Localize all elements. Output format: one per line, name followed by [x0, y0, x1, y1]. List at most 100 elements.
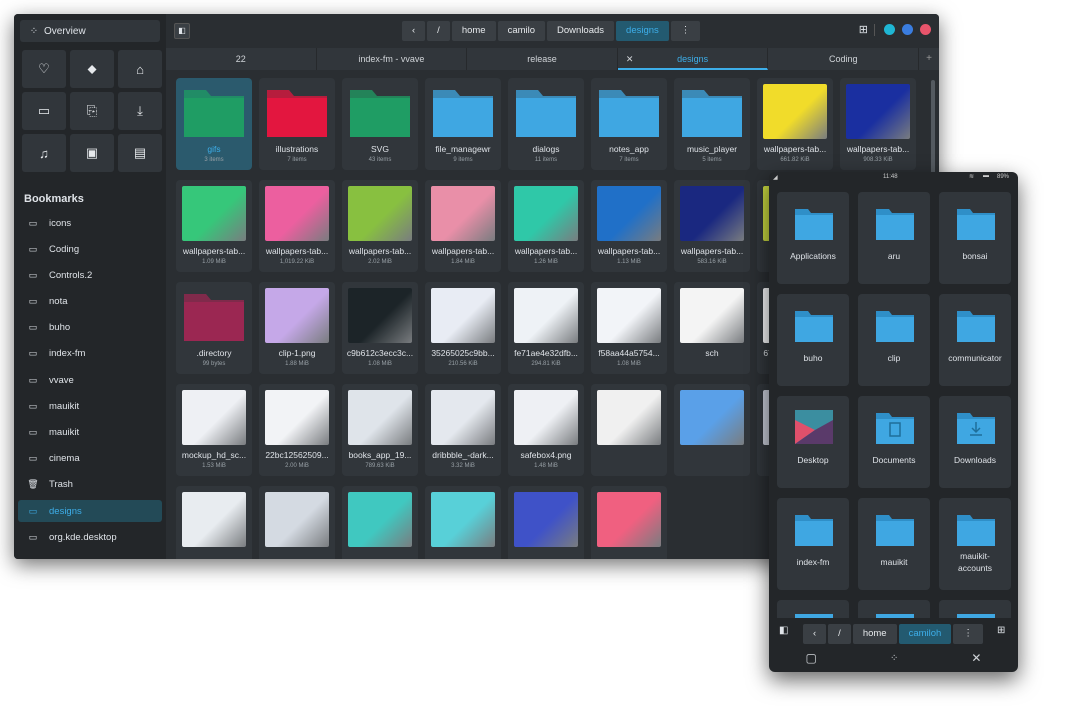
- sidebar-item-icons[interactable]: ▭ icons: [18, 212, 162, 234]
- file-item[interactable]: wallpapers-tab... 1.84 MiB: [425, 180, 501, 272]
- folder-item[interactable]: .directory 99 bytes: [176, 282, 252, 374]
- documents-button[interactable]: ⎘: [70, 92, 114, 130]
- desktop-button[interactable]: ▭: [22, 92, 66, 130]
- sidebar-item-index-fm[interactable]: ▭ index-fm: [18, 343, 162, 365]
- tab-coding[interactable]: Coding: [768, 48, 920, 70]
- breadcrumb-item[interactable]: home: [451, 21, 496, 41]
- sidebar-toggle-icon[interactable]: ◧: [779, 625, 788, 636]
- sidebar-item-trash[interactable]: 🗑 Trash: [18, 474, 162, 496]
- tab-22[interactable]: 22: [166, 48, 317, 70]
- view-mode-icon[interactable]: ⊞: [859, 23, 868, 36]
- breadcrumb-item[interactable]: home: [852, 624, 897, 644]
- file-item[interactable]: c9b612c3ecc3c... 1.08 MiB: [342, 282, 418, 374]
- file-item[interactable]: [508, 486, 584, 559]
- square-icon[interactable]: ▢: [806, 651, 817, 665]
- file-item[interactable]: [591, 486, 667, 559]
- folder-item[interactable]: [939, 600, 1011, 618]
- overview-button[interactable]: ⁘ Overview: [20, 20, 160, 42]
- sidebar-item-vvave[interactable]: ▭ vvave: [18, 369, 162, 391]
- file-item[interactable]: 35265025c9bb... 210.56 KiB: [425, 282, 501, 374]
- tab-release[interactable]: release: [467, 48, 618, 70]
- folder-item[interactable]: [858, 600, 930, 618]
- folder-item[interactable]: communicator: [939, 294, 1011, 386]
- sidebar-item-controls-2[interactable]: ▭ Controls.2: [18, 264, 162, 286]
- pictures-button[interactable]: ▣: [70, 134, 114, 172]
- videos-button[interactable]: ▤: [118, 134, 162, 172]
- folder-item[interactable]: Downloads: [939, 396, 1011, 488]
- home-button[interactable]: ⌂: [118, 50, 162, 88]
- tags-button[interactable]: ⬥: [70, 50, 114, 88]
- view-mode-icon[interactable]: ⊞: [997, 625, 1005, 636]
- music-button[interactable]: ♫: [22, 134, 66, 172]
- folder-item[interactable]: Applications: [777, 192, 849, 284]
- minimize-button[interactable]: [884, 24, 895, 35]
- sidebar-item-nota[interactable]: ▭ nota: [18, 291, 162, 313]
- sidebar-item-coding[interactable]: ▭ Coding: [18, 238, 162, 260]
- file-item[interactable]: [591, 384, 667, 476]
- breadcrumb-item[interactable]: designs: [616, 21, 669, 41]
- folder-item[interactable]: clip: [858, 294, 930, 386]
- file-item[interactable]: wallpapers-tab... 1.26 MiB: [508, 180, 584, 272]
- file-item[interactable]: wallpapers-tab... 2.02 MiB: [342, 180, 418, 272]
- file-item[interactable]: fe71ae4e32dfb... 294.81 KiB: [508, 282, 584, 374]
- folder-item[interactable]: index-fm: [777, 498, 849, 590]
- breadcrumb-item[interactable]: Downloads: [547, 21, 615, 41]
- folder-item[interactable]: Desktop: [777, 396, 849, 488]
- breadcrumb-item[interactable]: ‹: [803, 624, 827, 644]
- folder-item[interactable]: [777, 600, 849, 618]
- folder-item[interactable]: mauikit: [858, 498, 930, 590]
- sidebar-item-mauikit[interactable]: ▭ mauikit: [18, 422, 162, 444]
- folder-item[interactable]: music_player 5 items: [674, 78, 750, 170]
- file-item[interactable]: [342, 486, 418, 559]
- folder-item[interactable]: aru: [858, 192, 930, 284]
- folder-item[interactable]: gifs 3 items: [176, 78, 252, 170]
- close-button[interactable]: [920, 24, 931, 35]
- add-tab-button[interactable]: +: [919, 48, 939, 70]
- folder-item[interactable]: file_managewr 9 items: [425, 78, 501, 170]
- file-item[interactable]: wallpapers-tab... 661.82 KiB: [757, 78, 833, 170]
- file-item[interactable]: wallpapers-tab... 1.09 MiB: [176, 180, 252, 272]
- sidebar-item-buho[interactable]: ▭ buho: [18, 317, 162, 339]
- overview-icon[interactable]: ⁘: [890, 653, 898, 664]
- sidebar-toggle-button[interactable]: ◧: [174, 23, 190, 39]
- file-item[interactable]: 22bc12562509... 2.00 MiB: [259, 384, 335, 476]
- close-icon[interactable]: ✕: [971, 651, 981, 665]
- folder-item[interactable]: dialogs 11 items: [508, 78, 584, 170]
- sidebar-item-designs[interactable]: ▭ designs: [18, 500, 162, 523]
- folder-item[interactable]: buho: [777, 294, 849, 386]
- file-item[interactable]: books_app_19... 789.63 KiB: [342, 384, 418, 476]
- file-item[interactable]: safebox4.png 1.48 MiB: [508, 384, 584, 476]
- sidebar-item-org-kde-desktop[interactable]: ▭ org.kde.desktop: [18, 526, 162, 548]
- breadcrumb-item[interactable]: /: [427, 21, 450, 41]
- breadcrumb-item[interactable]: camiloh: [898, 624, 952, 644]
- folder-item[interactable]: Documents: [858, 396, 930, 488]
- file-item[interactable]: [425, 486, 501, 559]
- file-item[interactable]: [674, 384, 750, 476]
- breadcrumb-item[interactable]: camilo: [497, 21, 546, 41]
- folder-item[interactable]: mauikit-accounts: [939, 498, 1011, 590]
- favorites-button[interactable]: ♡: [22, 50, 66, 88]
- file-item[interactable]: sch: [674, 282, 750, 374]
- breadcrumb-item[interactable]: ‹: [402, 21, 426, 41]
- file-item[interactable]: mockup_hd_sc... 1.53 MiB: [176, 384, 252, 476]
- breadcrumb-item[interactable]: ⋮: [953, 624, 983, 644]
- file-item[interactable]: wallpapers-tab... 908.33 KiB: [840, 78, 916, 170]
- folder-item[interactable]: notes_app 7 items: [591, 78, 667, 170]
- file-item[interactable]: wallpapers-tab... 1.13 MiB: [591, 180, 667, 272]
- maximize-button[interactable]: [902, 24, 913, 35]
- file-item[interactable]: wallpapers-tab... 1,019.22 KiB: [259, 180, 335, 272]
- tab-index-fm-vvave[interactable]: index-fm - vvave: [317, 48, 468, 70]
- file-item[interactable]: dribbble_-dark... 3.32 MiB: [425, 384, 501, 476]
- sidebar-item-mauikit[interactable]: ▭ mauikit: [18, 395, 162, 417]
- close-tab-icon[interactable]: ✕: [626, 48, 634, 70]
- file-item[interactable]: clip-1.png 1.88 MiB: [259, 282, 335, 374]
- breadcrumb-item[interactable]: /: [828, 624, 851, 644]
- folder-item[interactable]: SVG 43 items: [342, 78, 418, 170]
- file-item[interactable]: f58aa44a5754... 1.08 MiB: [591, 282, 667, 374]
- downloads-button[interactable]: ⤓: [118, 92, 162, 130]
- folder-item[interactable]: bonsai: [939, 192, 1011, 284]
- sidebar-item-cinema[interactable]: ▭ cinema: [18, 448, 162, 470]
- file-item[interactable]: [176, 486, 252, 559]
- breadcrumb-item[interactable]: ⋮: [670, 21, 701, 41]
- file-item[interactable]: wallpapers-tab... 583.16 KiB: [674, 180, 750, 272]
